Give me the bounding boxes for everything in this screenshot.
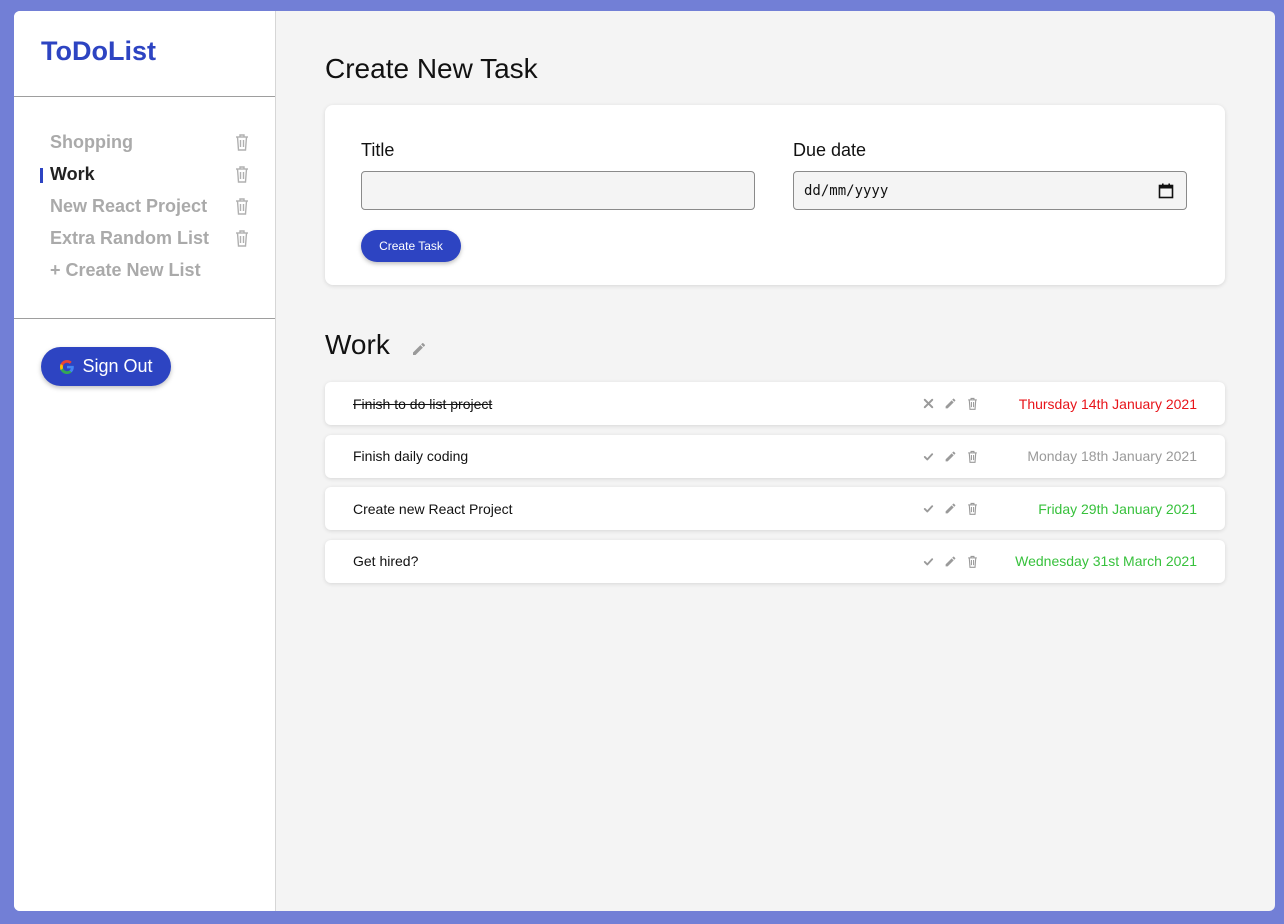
trash-icon[interactable] bbox=[234, 133, 250, 151]
check-icon[interactable] bbox=[922, 555, 935, 568]
sign-out-label: Sign Out bbox=[82, 356, 153, 376]
task-due-date: Monday 18th January 2021 bbox=[1027, 448, 1197, 464]
google-icon bbox=[60, 359, 75, 374]
task-row: Get hired? Wednesday 31st March 2021 bbox=[325, 539, 1225, 583]
list-title: Work bbox=[325, 329, 390, 360]
due-date-placeholder: dd/mm/yyyy bbox=[804, 182, 889, 199]
task-list: Finish to do list project Thursday 14th … bbox=[325, 382, 1225, 592]
task-row: Finish daily coding Monday 18th January … bbox=[325, 434, 1225, 478]
task-title: Get hired? bbox=[353, 553, 419, 569]
trash-icon[interactable] bbox=[966, 555, 979, 568]
title-label: Title bbox=[361, 140, 395, 160]
create-task-card: Title Due date dd/mm/yyyy Create Task bbox=[325, 105, 1225, 285]
title-input[interactable] bbox=[361, 171, 755, 210]
app-title: ToDoList bbox=[41, 36, 156, 66]
trash-icon[interactable] bbox=[966, 502, 979, 515]
sidebar-item-label: New React Project bbox=[50, 195, 208, 216]
trash-icon[interactable] bbox=[966, 450, 979, 463]
task-title: Finish daily coding bbox=[353, 448, 469, 464]
create-task-button[interactable]: Create Task bbox=[361, 230, 461, 262]
sidebar-item-label: Shopping bbox=[50, 131, 133, 152]
close-icon[interactable] bbox=[922, 397, 935, 410]
sidebar-item-extra-random-list[interactable]: Extra Random List bbox=[40, 222, 250, 254]
trash-icon[interactable] bbox=[234, 229, 250, 247]
task-row: Create new React Project Friday 29th Jan… bbox=[325, 487, 1225, 530]
edit-icon[interactable] bbox=[944, 397, 957, 410]
task-due-date: Wednesday 31st March 2021 bbox=[1015, 553, 1197, 569]
sidebar-item-work[interactable]: Work bbox=[40, 158, 250, 190]
task-title: Create new React Project bbox=[353, 500, 513, 517]
check-icon[interactable] bbox=[922, 450, 935, 463]
check-icon[interactable] bbox=[922, 502, 935, 515]
task-actions bbox=[922, 502, 979, 515]
sidebar-item-new-react-project[interactable]: New React Project bbox=[40, 190, 250, 222]
edit-icon[interactable] bbox=[944, 502, 957, 515]
trash-icon[interactable] bbox=[234, 165, 250, 183]
trash-icon[interactable] bbox=[234, 197, 250, 215]
task-actions bbox=[922, 450, 979, 463]
sign-out-button[interactable]: Sign Out bbox=[41, 347, 171, 386]
sidebar-item-label: Work bbox=[40, 164, 95, 185]
task-due-date: Thursday 14th January 2021 bbox=[1018, 395, 1197, 412]
create-new-list-button[interactable]: + Create New List bbox=[40, 254, 250, 286]
due-date-input[interactable]: dd/mm/yyyy bbox=[793, 171, 1187, 210]
edit-icon[interactable] bbox=[944, 450, 957, 463]
list-nav: Shopping Work New React Project Extra Ra… bbox=[40, 126, 250, 286]
main-content: Create New Task Title Due date dd/mm/yyy… bbox=[276, 11, 1275, 911]
calendar-icon[interactable] bbox=[1158, 183, 1174, 199]
task-due-date: Friday 29th January 2021 bbox=[1038, 500, 1197, 517]
sidebar-item-shopping[interactable]: Shopping bbox=[40, 126, 250, 158]
sidebar-divider bbox=[14, 96, 275, 97]
app-window: ToDoList Shopping Work New React Project… bbox=[14, 11, 1275, 911]
edit-icon[interactable] bbox=[944, 555, 957, 568]
page-title: Create New Task bbox=[325, 53, 538, 84]
sidebar: ToDoList Shopping Work New React Project… bbox=[14, 11, 276, 911]
edit-list-icon[interactable] bbox=[411, 341, 427, 357]
sidebar-divider bbox=[14, 318, 275, 319]
task-actions bbox=[922, 397, 979, 410]
due-date-label: Due date bbox=[793, 140, 867, 160]
task-row: Finish to do list project Thursday 14th … bbox=[325, 382, 1225, 425]
task-actions bbox=[922, 555, 979, 568]
trash-icon[interactable] bbox=[966, 397, 979, 410]
sidebar-item-label: Extra Random List bbox=[50, 227, 210, 248]
task-title: Finish to do list project bbox=[353, 395, 493, 412]
